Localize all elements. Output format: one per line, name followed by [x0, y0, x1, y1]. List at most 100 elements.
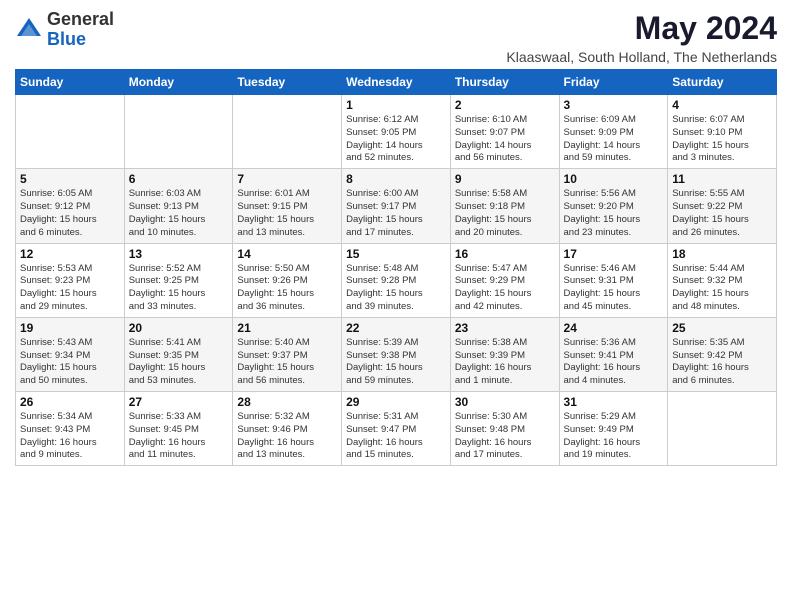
calendar-cell: 11 Sunrise: 5:55 AM Sunset: 9:22 PM Dayli… [668, 169, 777, 243]
logo-text: General Blue [47, 10, 114, 50]
cell-info-text: Sunrise: 6:10 AM Sunset: 9:07 PM Dayligh… [455, 114, 555, 165]
cell-info-text: Sunrise: 6:00 AM Sunset: 9:17 PM Dayligh… [346, 188, 446, 239]
cell-info-text: Sunrise: 5:48 AM Sunset: 9:28 PM Dayligh… [346, 263, 446, 314]
calendar-week-row: 26Sunrise: 5:34 AM Sunset: 9:43 PM Dayli… [16, 392, 777, 466]
calendar-cell: 6Sunrise: 6:03 AM Sunset: 9:13 PM Daylig… [124, 169, 233, 243]
col-header-friday: Friday [559, 70, 668, 95]
cell-day-number: 8 [346, 172, 446, 186]
calendar-cell: 20Sunrise: 5:41 AM Sunset: 9:35 PM Dayli… [124, 317, 233, 391]
header: General Blue May 2024 Klaaswaal, South H… [15, 10, 777, 65]
cell-day-number: 16 [455, 247, 555, 261]
calendar-cell: 26Sunrise: 5:34 AM Sunset: 9:43 PM Dayli… [16, 392, 125, 466]
cell-day-number: 10 [564, 172, 664, 186]
cell-day-number: 1 [346, 98, 446, 112]
calendar-cell: 30 Sunrise: 5:30 AM Sunset: 9:48 PM Dayli… [450, 392, 559, 466]
calendar-cell: 17Sunrise: 5:46 AM Sunset: 9:31 PM Dayli… [559, 243, 668, 317]
calendar-cell: 3Sunrise: 6:09 AM Sunset: 9:09 PM Daylig… [559, 95, 668, 169]
calendar-cell: 29 Sunrise: 5:31 AM Sunset: 9:47 PM Dayli… [342, 392, 451, 466]
cell-day-number: 6 [129, 172, 229, 186]
cell-day-number: 25 [672, 321, 772, 335]
calendar-header-row: SundayMondayTuesdayWednesdayThursdayFrid… [16, 70, 777, 95]
cell-info-text: Sunrise: 5:38 AM Sunset: 9:39 PM Dayligh… [455, 337, 555, 388]
cell-day-number: 27 [129, 395, 229, 409]
calendar-cell: 22Sunrise: 5:39 AM Sunset: 9:38 PM Dayli… [342, 317, 451, 391]
cell-day-number: 5 [20, 172, 120, 186]
cell-day-number: 22 [346, 321, 446, 335]
cell-day-number: 15 [346, 247, 446, 261]
cell-day-number: 19 [20, 321, 120, 335]
calendar-cell: 14Sunrise: 5:50 AM Sunset: 9:26 PM Dayli… [233, 243, 342, 317]
cell-info-text: Sunrise: 5:40 AM Sunset: 9:37 PM Dayligh… [237, 337, 337, 388]
cell-day-number: 4 [672, 98, 772, 112]
cell-info-text: Sunrise: 6:12 AM Sunset: 9:05 PM Dayligh… [346, 114, 446, 165]
cell-info-text: Sunrise: 5:55 AM Sunset: 9:22 PM Dayligh… [672, 188, 772, 239]
cell-day-number: 7 [237, 172, 337, 186]
cell-day-number: 29 [346, 395, 446, 409]
cell-day-number: 20 [129, 321, 229, 335]
calendar-cell: 2 Sunrise: 6:10 AM Sunset: 9:07 PM Daylig… [450, 95, 559, 169]
calendar-cell: 9 Sunrise: 5:58 AM Sunset: 9:18 PM Daylig… [450, 169, 559, 243]
calendar-cell: 21 Sunrise: 5:40 AM Sunset: 9:37 PM Dayli… [233, 317, 342, 391]
title-block: May 2024 Klaaswaal, South Holland, The N… [506, 10, 777, 65]
calendar-cell: 27 Sunrise: 5:33 AM Sunset: 9:45 PM Dayli… [124, 392, 233, 466]
col-header-tuesday: Tuesday [233, 70, 342, 95]
col-header-monday: Monday [124, 70, 233, 95]
calendar-cell: 4 Sunrise: 6:07 AM Sunset: 9:10 PM Daylig… [668, 95, 777, 169]
calendar-cell: 25Sunrise: 5:35 AM Sunset: 9:42 PM Dayli… [668, 317, 777, 391]
calendar-cell: 16 Sunrise: 5:47 AM Sunset: 9:29 PM Dayli… [450, 243, 559, 317]
calendar-cell: 18Sunrise: 5:44 AM Sunset: 9:32 PM Dayli… [668, 243, 777, 317]
calendar-cell [233, 95, 342, 169]
cell-day-number: 21 [237, 321, 337, 335]
cell-day-number: 31 [564, 395, 664, 409]
logo-icon [15, 16, 43, 44]
calendar-cell: 23 Sunrise: 5:38 AM Sunset: 9:39 PM Dayli… [450, 317, 559, 391]
calendar-cell: 7Sunrise: 6:01 AM Sunset: 9:15 PM Daylig… [233, 169, 342, 243]
calendar-cell: 28 Sunrise: 5:32 AM Sunset: 9:46 PM Dayli… [233, 392, 342, 466]
col-header-wednesday: Wednesday [342, 70, 451, 95]
calendar-cell: 31 Sunrise: 5:29 AM Sunset: 9:49 PM Dayli… [559, 392, 668, 466]
logo: General Blue [15, 10, 114, 50]
cell-day-number: 12 [20, 247, 120, 261]
cell-info-text: Sunrise: 5:34 AM Sunset: 9:43 PM Dayligh… [20, 411, 120, 462]
calendar-week-row: 5Sunrise: 6:05 AM Sunset: 9:12 PM Daylig… [16, 169, 777, 243]
calendar-cell [668, 392, 777, 466]
calendar-cell: 1 Sunrise: 6:12 AM Sunset: 9:05 PM Daylig… [342, 95, 451, 169]
cell-day-number: 24 [564, 321, 664, 335]
cell-day-number: 30 [455, 395, 555, 409]
col-header-thursday: Thursday [450, 70, 559, 95]
cell-info-text: Sunrise: 5:58 AM Sunset: 9:18 PM Dayligh… [455, 188, 555, 239]
calendar-page: General Blue May 2024 Klaaswaal, South H… [0, 0, 792, 481]
calendar-cell [16, 95, 125, 169]
cell-day-number: 9 [455, 172, 555, 186]
cell-info-text: Sunrise: 5:29 AM Sunset: 9:49 PM Dayligh… [564, 411, 664, 462]
cell-day-number: 11 [672, 172, 772, 186]
cell-info-text: Sunrise: 5:56 AM Sunset: 9:20 PM Dayligh… [564, 188, 664, 239]
month-title: May 2024 [506, 10, 777, 47]
cell-info-text: Sunrise: 5:47 AM Sunset: 9:29 PM Dayligh… [455, 263, 555, 314]
calendar-week-row: 19 Sunrise: 5:43 AM Sunset: 9:34 PM Dayli… [16, 317, 777, 391]
calendar-cell: 12Sunrise: 5:53 AM Sunset: 9:23 PM Dayli… [16, 243, 125, 317]
calendar-cell: 24 Sunrise: 5:36 AM Sunset: 9:41 PM Dayli… [559, 317, 668, 391]
calendar-cell: 19 Sunrise: 5:43 AM Sunset: 9:34 PM Dayli… [16, 317, 125, 391]
col-header-saturday: Saturday [668, 70, 777, 95]
col-header-sunday: Sunday [16, 70, 125, 95]
cell-day-number: 2 [455, 98, 555, 112]
cell-info-text: Sunrise: 5:52 AM Sunset: 9:25 PM Dayligh… [129, 263, 229, 314]
cell-info-text: Sunrise: 5:44 AM Sunset: 9:32 PM Dayligh… [672, 263, 772, 314]
calendar-cell: 10 Sunrise: 5:56 AM Sunset: 9:20 PM Dayli… [559, 169, 668, 243]
cell-info-text: Sunrise: 5:30 AM Sunset: 9:48 PM Dayligh… [455, 411, 555, 462]
cell-info-text: Sunrise: 5:36 AM Sunset: 9:41 PM Dayligh… [564, 337, 664, 388]
cell-info-text: Sunrise: 5:32 AM Sunset: 9:46 PM Dayligh… [237, 411, 337, 462]
calendar-cell: 8 Sunrise: 6:00 AM Sunset: 9:17 PM Daylig… [342, 169, 451, 243]
cell-info-text: Sunrise: 6:09 AM Sunset: 9:09 PM Dayligh… [564, 114, 664, 165]
cell-day-number: 28 [237, 395, 337, 409]
cell-day-number: 17 [564, 247, 664, 261]
calendar-week-row: 12Sunrise: 5:53 AM Sunset: 9:23 PM Dayli… [16, 243, 777, 317]
cell-info-text: Sunrise: 5:31 AM Sunset: 9:47 PM Dayligh… [346, 411, 446, 462]
calendar-week-row: 1 Sunrise: 6:12 AM Sunset: 9:05 PM Daylig… [16, 95, 777, 169]
cell-info-text: Sunrise: 5:33 AM Sunset: 9:45 PM Dayligh… [129, 411, 229, 462]
cell-info-text: Sunrise: 5:43 AM Sunset: 9:34 PM Dayligh… [20, 337, 120, 388]
cell-info-text: Sunrise: 6:07 AM Sunset: 9:10 PM Dayligh… [672, 114, 772, 165]
cell-day-number: 23 [455, 321, 555, 335]
calendar-table: SundayMondayTuesdayWednesdayThursdayFrid… [15, 69, 777, 466]
